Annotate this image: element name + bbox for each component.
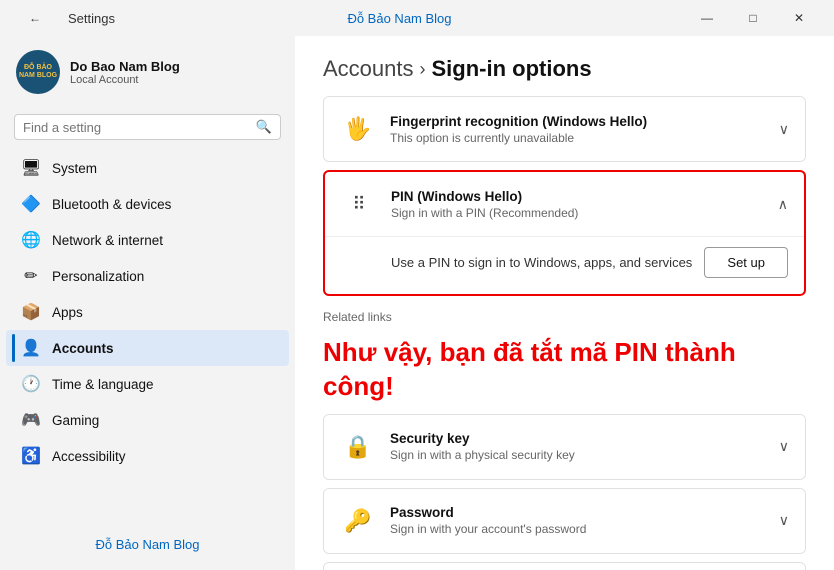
title-bar: ← Settings Đỗ Bảo Nam Blog — □ ✕: [0, 0, 834, 36]
securitykey-desc: Sign in with a physical security key: [390, 448, 779, 462]
success-message: Như vậy, bạn đã tắt mã PIN thành công!: [323, 336, 806, 404]
main-content: Accounts › Sign-in options 🖐 Fingerprint…: [295, 36, 834, 570]
password-desc: Sign in with your account's password: [390, 522, 779, 536]
breadcrumb-current: Sign-in options: [432, 56, 592, 82]
sidebar-item-gaming[interactable]: 🎮 Gaming: [6, 402, 289, 438]
sidebar-item-network[interactable]: 🌐 Network & internet: [6, 222, 289, 258]
pin-desc: Sign in with a PIN (Recommended): [391, 206, 778, 220]
picturepassword-header[interactable]: 🖼 Picture password Swipe and tap your fa…: [324, 563, 805, 570]
profile-info: Do Bao Nam Blog Local Account: [70, 59, 180, 86]
sidebar-item-accounts[interactable]: 👤 Accounts: [6, 330, 289, 366]
app-title: Settings: [68, 11, 115, 26]
search-box[interactable]: 🔍: [14, 114, 281, 140]
restore-button[interactable]: □: [730, 3, 776, 33]
pin-text: PIN (Windows Hello) Sign in with a PIN (…: [391, 189, 778, 220]
password-card: 🔑 Password Sign in with your account's p…: [323, 488, 806, 554]
sidebar-item-label: Network & internet: [52, 233, 163, 248]
back-button[interactable]: ←: [12, 3, 58, 33]
securitykey-header[interactable]: 🔒 Security key Sign in with a physical s…: [324, 415, 805, 479]
sidebar-item-label: Bluetooth & devices: [52, 197, 171, 212]
sidebar-item-label: Apps: [52, 305, 83, 320]
sidebar-brand: Đỗ Bảo Nam Blog: [0, 529, 295, 560]
time-icon: 🕐: [22, 375, 40, 393]
search-icon: 🔍: [256, 119, 272, 135]
network-icon: 🌐: [22, 231, 40, 249]
pin-body: Use a PIN to sign in to Windows, apps, a…: [325, 236, 804, 294]
password-text: Password Sign in with your account's pas…: [390, 505, 779, 536]
personalization-icon: ✏: [22, 267, 40, 285]
fingerprint-chevron: ∨: [779, 121, 789, 138]
password-title: Password: [390, 505, 779, 520]
sidebar-item-apps[interactable]: 📦 Apps: [6, 294, 289, 330]
securitykey-text: Security key Sign in with a physical sec…: [390, 431, 779, 462]
password-chevron: ∨: [779, 512, 789, 529]
sidebar-item-label: Accessibility: [52, 449, 126, 464]
sidebar-item-label: Accounts: [52, 341, 114, 356]
profile-sub: Local Account: [70, 74, 180, 86]
brand-label: Đỗ Bảo Nam Blog: [347, 11, 451, 26]
pin-title: PIN (Windows Hello): [391, 189, 778, 204]
sidebar-item-label: Time & language: [52, 377, 154, 392]
sidebar-item-label: System: [52, 161, 97, 176]
bluetooth-icon: 🔷: [22, 195, 40, 213]
securitykey-chevron: ∨: [779, 438, 789, 455]
fingerprint-title: Fingerprint recognition (Windows Hello): [390, 114, 779, 129]
sidebar-item-bluetooth[interactable]: 🔷 Bluetooth & devices: [6, 186, 289, 222]
securitykey-icon: 🔒: [340, 429, 376, 465]
password-header[interactable]: 🔑 Password Sign in with your account's p…: [324, 489, 805, 553]
window-controls: — □ ✕: [684, 3, 822, 33]
sidebar-item-personalization[interactable]: ✏ Personalization: [6, 258, 289, 294]
password-icon: 🔑: [340, 503, 376, 539]
accounts-icon: 👤: [22, 339, 40, 357]
pin-chevron: ∧: [778, 196, 788, 213]
app-body: ĐỖ BẢO NAM BLOG Do Bao Nam Blog Local Ac…: [0, 36, 834, 570]
gaming-icon: 🎮: [22, 411, 40, 429]
pin-body-text: Use a PIN to sign in to Windows, apps, a…: [391, 253, 692, 273]
nav-list: 🖥 System 🔷 Bluetooth & devices 🌐 Network…: [0, 150, 295, 474]
profile-section: ĐỖ BẢO NAM BLOG Do Bao Nam Blog Local Ac…: [0, 36, 295, 108]
pin-card: ⠿ PIN (Windows Hello) Sign in with a PIN…: [323, 170, 806, 296]
sidebar-item-time[interactable]: 🕐 Time & language: [6, 366, 289, 402]
minimize-button[interactable]: —: [684, 3, 730, 33]
pin-icon: ⠿: [341, 186, 377, 222]
profile-name: Do Bao Nam Blog: [70, 59, 180, 74]
breadcrumb: Accounts › Sign-in options: [323, 56, 806, 82]
breadcrumb-separator: ›: [420, 59, 426, 80]
fingerprint-header[interactable]: 🖐 Fingerprint recognition (Windows Hello…: [324, 97, 805, 161]
related-links-label: Related links: [323, 304, 806, 328]
securitykey-card: 🔒 Security key Sign in with a physical s…: [323, 414, 806, 480]
picturepassword-card: 🖼 Picture password Swipe and tap your fa…: [323, 562, 806, 570]
sidebar: ĐỖ BẢO NAM BLOG Do Bao Nam Blog Local Ac…: [0, 36, 295, 570]
system-icon: 🖥: [22, 159, 40, 177]
accessibility-icon: ♿: [22, 447, 40, 465]
search-input[interactable]: [23, 120, 250, 135]
setup-button[interactable]: Set up: [704, 247, 788, 278]
fingerprint-text: Fingerprint recognition (Windows Hello) …: [390, 114, 779, 145]
sidebar-item-label: Gaming: [52, 413, 99, 428]
securitykey-title: Security key: [390, 431, 779, 446]
sidebar-item-system[interactable]: 🖥 System: [6, 150, 289, 186]
apps-icon: 📦: [22, 303, 40, 321]
avatar-initials: ĐỖ BẢO NAM BLOG: [16, 64, 60, 81]
close-button[interactable]: ✕: [776, 3, 822, 33]
breadcrumb-parent: Accounts: [323, 56, 414, 82]
fingerprint-desc: This option is currently unavailable: [390, 131, 779, 145]
sidebar-item-label: Personalization: [52, 269, 144, 284]
sidebar-item-accessibility[interactable]: ♿ Accessibility: [6, 438, 289, 474]
fingerprint-icon: 🖐: [340, 111, 376, 147]
avatar: ĐỖ BẢO NAM BLOG: [16, 50, 60, 94]
fingerprint-card: 🖐 Fingerprint recognition (Windows Hello…: [323, 96, 806, 162]
pin-header[interactable]: ⠿ PIN (Windows Hello) Sign in with a PIN…: [325, 172, 804, 236]
